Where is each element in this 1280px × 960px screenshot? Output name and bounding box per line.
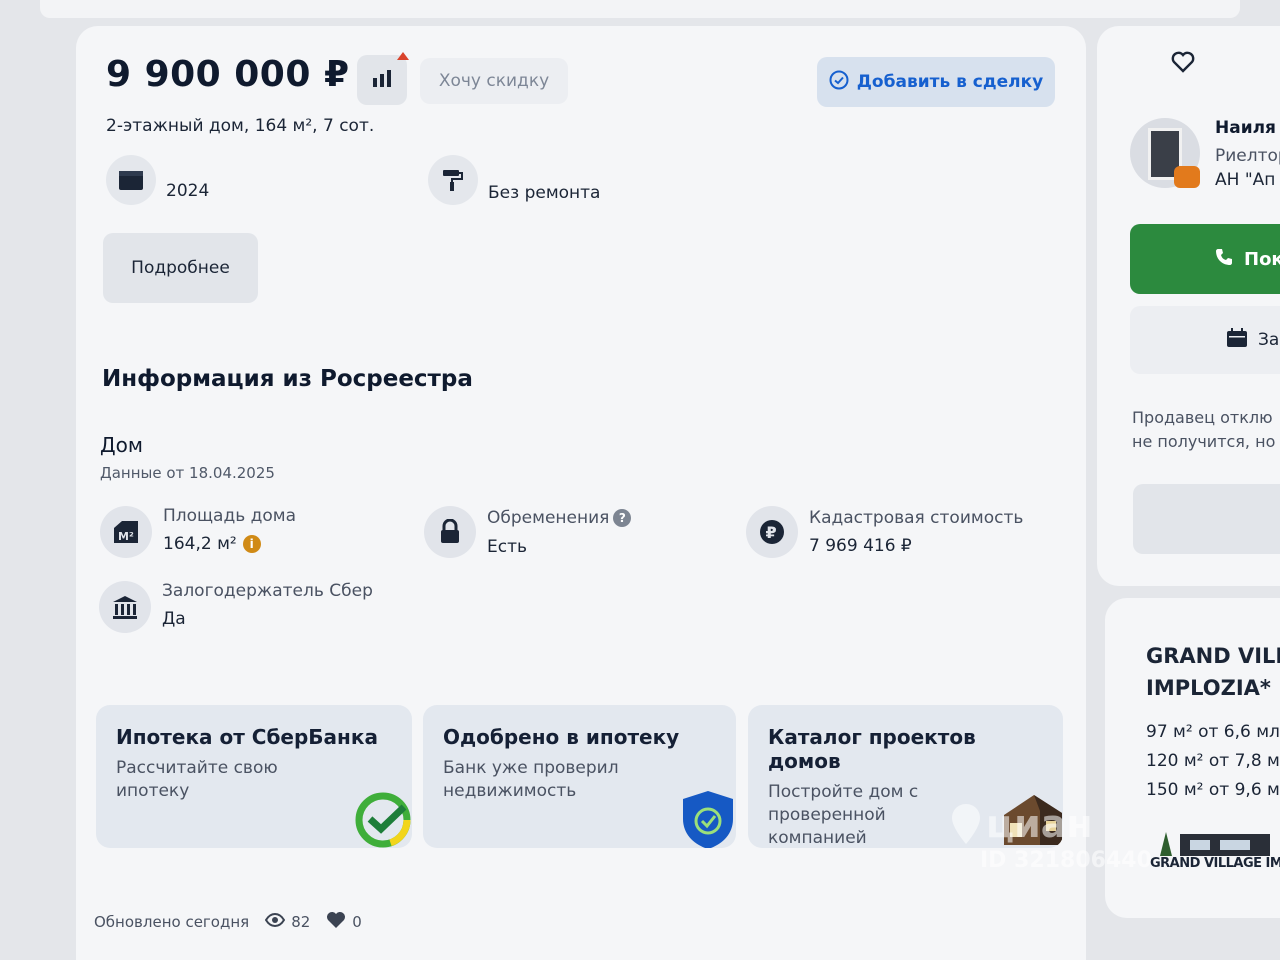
add-to-deal-label: Добавить в сделку (856, 72, 1044, 92)
listing-footer: Обновлено сегодня 82 0 (94, 911, 362, 933)
encumbrance-label: Обременения (487, 508, 610, 528)
schedule-viewing-button[interactable]: За (1130, 306, 1280, 374)
encumbrance-value: Есть (487, 537, 528, 557)
schedule-label: За (1258, 330, 1280, 350)
cadastral-value: 7 969 416 ₽ (809, 536, 912, 556)
shield-check-icon (679, 789, 736, 848)
views-counter: 82 (265, 912, 311, 931)
promo-approved-mortgage[interactable]: Одобрено в ипотеку Банк уже проверил нед… (423, 705, 736, 848)
info-icon[interactable]: i (242, 535, 261, 553)
bank-icon (99, 581, 151, 633)
promo-title: Одобрено в ипотеку (443, 725, 680, 749)
show-phone-button[interactable]: Пок (1130, 224, 1280, 294)
promo-text: Банк уже проверил недвижимость (443, 758, 619, 801)
phone-icon (1214, 247, 1234, 272)
seller-note-line: не получится, но (1132, 432, 1276, 451)
agent-agency[interactable]: АН "Ап (1215, 170, 1275, 190)
price-stats-button[interactable] (357, 52, 409, 105)
favorite-heart-icon[interactable] (1170, 50, 1196, 78)
svg-text:М²: М² (118, 530, 134, 543)
add-to-deal-button[interactable]: Добавить в сделку (817, 57, 1055, 107)
promo-text: Рассчитайте свою ипотеку (116, 758, 278, 801)
house-model-icon (1000, 791, 1063, 848)
ad-title-line: IMPLOZIA* (1146, 676, 1271, 700)
agent-name[interactable]: Наиля Е (1215, 118, 1280, 138)
discount-button[interactable]: Хочу скидку (420, 58, 568, 104)
likes-counter: 0 (326, 911, 362, 933)
pledge-label: Залогодержатель Сбер (162, 581, 373, 601)
ad-logo-text: GRAND VILLAGE IMPLOZI (1150, 856, 1280, 871)
updated-text: Обновлено сегодня (94, 913, 250, 931)
agent-avatar[interactable] (1130, 118, 1200, 188)
top-strip (40, 0, 1240, 18)
encumbrance-row: Обременения? (487, 508, 632, 528)
ad-price-line: 120 м² от 7,8 м (1146, 751, 1280, 771)
show-phone-label: Пок (1244, 248, 1280, 270)
rosreestr-title: Информация из Росреестра (102, 366, 473, 392)
promo-house-catalog[interactable]: Каталог проектов домов Постройте дом с п… (748, 705, 1063, 848)
calendar-small-icon (1226, 327, 1248, 353)
check-circle-icon (829, 70, 849, 95)
svg-text:₽: ₽ (766, 523, 777, 542)
ruble-coin-icon: ₽ (746, 506, 798, 558)
seller-note: Продавец отклю не получится, но (1132, 406, 1275, 454)
repair-value: Без ремонта (488, 183, 601, 203)
promo-sber-mortgage[interactable]: Ипотека от СберБанка Рассчитайте свою ип… (96, 705, 412, 848)
ad-house-image (1150, 826, 1280, 856)
help-icon[interactable]: ? (613, 509, 632, 527)
more-details-button[interactable]: Подробнее (103, 233, 258, 303)
promo-title: Каталог проектов домов (768, 725, 976, 773)
agency-badge-icon (1174, 166, 1200, 188)
bar-chart-icon (371, 68, 393, 92)
lock-icon (424, 506, 476, 558)
seller-note-line: Продавец отклю (1132, 408, 1273, 427)
promo-title: Ипотека от СберБанка (116, 725, 378, 749)
views-count: 82 (291, 913, 311, 931)
agent-role: Риелтор (1215, 146, 1280, 166)
calendar-icon (106, 155, 156, 205)
heart-icon (326, 911, 346, 933)
ad-price-line: 150 м² от 9,6 м (1146, 780, 1280, 800)
area-row: 164,2 м² i (163, 534, 261, 554)
build-year-value: 2024 (166, 181, 210, 201)
message-button[interactable] (1133, 484, 1280, 554)
paint-roller-icon (428, 155, 478, 205)
rosreestr-date: Данные от 18.04.2025 (100, 464, 275, 482)
rosreestr-object: Дом (100, 433, 143, 457)
ad-title-line: GRAND VILL (1146, 644, 1280, 668)
ad-title: GRAND VILL IMPLOZIA* (1146, 640, 1280, 704)
promo-text: Постройте дом с проверенной компанией (768, 782, 919, 848)
listing-price: 9 900 000 ₽ (106, 54, 350, 95)
area-icon: М² (100, 506, 152, 558)
eye-icon (265, 912, 286, 931)
sber-logo-icon (354, 791, 412, 848)
pledge-value: Да (162, 609, 186, 629)
area-label: Площадь дома (163, 506, 297, 526)
area-value: 164,2 м² (163, 534, 237, 554)
listing-subtitle: 2-этажный дом, 164 м², 7 сот. (106, 116, 375, 136)
price-up-icon (397, 52, 409, 60)
cadastral-label: Кадастровая стоимость (809, 508, 1024, 528)
ad-price-line: 97 м² от 6,6 мл (1146, 722, 1280, 742)
likes-count: 0 (352, 913, 362, 931)
